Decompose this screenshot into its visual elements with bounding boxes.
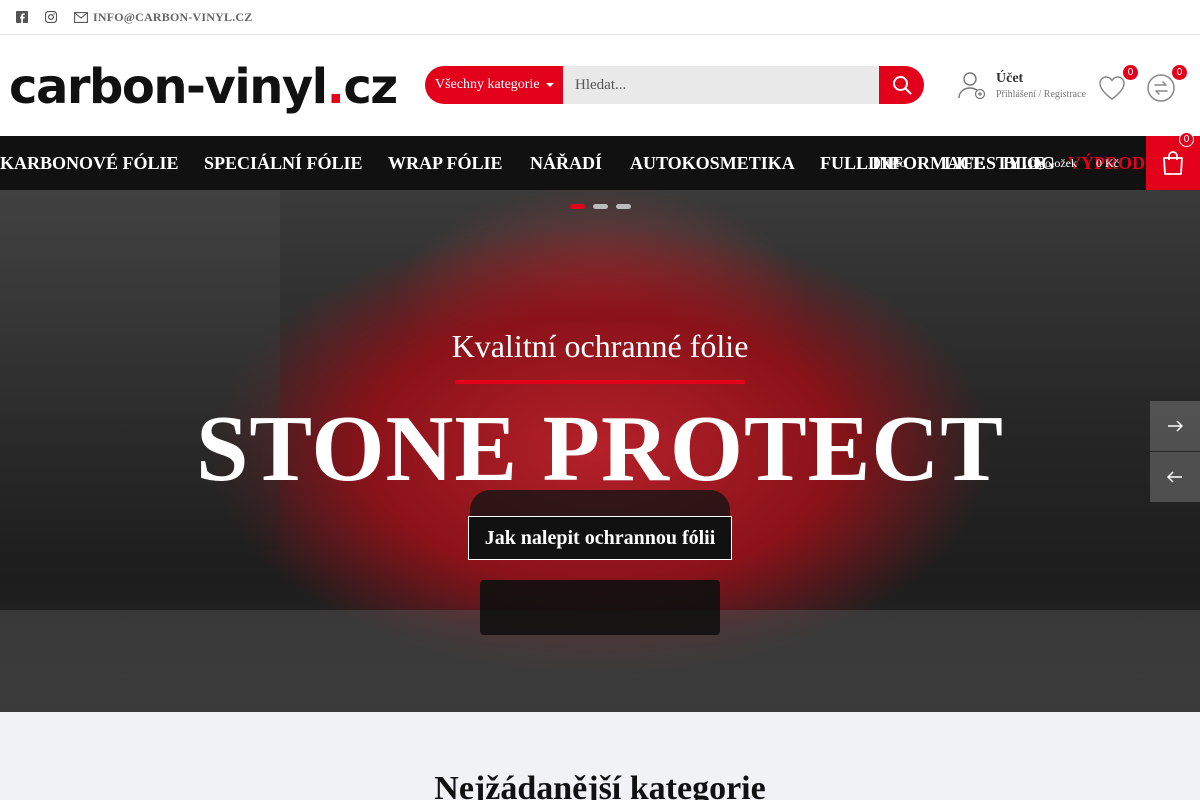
instagram-icon[interactable] (45, 11, 57, 23)
search-bar: Všechny kategorie (425, 66, 924, 104)
cart-button[interactable]: 0 (1146, 132, 1200, 190)
slider-prev-button[interactable] (1150, 452, 1200, 502)
arrow-left-icon (1167, 471, 1182, 483)
nav-item-wrap-folie[interactable]: WRAP FÓLIE (388, 136, 503, 190)
slider-dots (570, 204, 631, 209)
mail-icon (74, 11, 88, 23)
categories-section: Nejžádanější kategorie (0, 712, 1200, 800)
hero-divider (455, 380, 745, 384)
email-text: INFO@CARBON-VINYL.CZ (93, 9, 253, 24)
hero-cta-button[interactable]: Jak nalepit ochrannou fólii (468, 516, 732, 560)
top-bar: INFO@CARBON-VINYL.CZ (0, 0, 1200, 35)
compare-icon (1147, 74, 1175, 102)
caret-down-icon (545, 83, 554, 87)
section-title: Nejžádanější kategorie (434, 770, 766, 800)
shopping-bag-icon (1163, 151, 1183, 175)
hero-car-plate (480, 580, 720, 635)
account-title: Účet (996, 70, 1024, 86)
wishlist-count-badge: 0 (1123, 65, 1138, 80)
cart-items-text: 0 položek (1030, 156, 1077, 170)
nav-item-karbonove-folie[interactable]: KARBONOVÉ FÓLIE (0, 136, 179, 190)
user-icon (958, 72, 986, 100)
cart-count-badge: 0 (1179, 132, 1194, 147)
compare-count-badge: 0 (1172, 65, 1187, 80)
nav-item-autokosmetika[interactable]: AUTOKOSMETIKA (630, 136, 795, 190)
cart-total-text: 0 Kč (1096, 156, 1119, 170)
hero-subtitle: Kvalitní ochranné fólie (451, 328, 749, 364)
slider-next-button[interactable] (1150, 401, 1200, 451)
site-logo[interactable]: carbon-vinyl.cz (9, 57, 398, 117)
search-icon (892, 76, 911, 95)
search-input[interactable] (563, 66, 879, 104)
nav-item-specialni-folie[interactable]: SPECIÁLNÍ FÓLIE (204, 136, 363, 190)
hero-slider: Kvalitní ochranné fólie STONE PROTECT Ja… (0, 190, 1200, 712)
arrow-right-icon (1168, 420, 1183, 432)
category-select-label: Všechny kategorie (435, 77, 540, 92)
facebook-icon[interactable] (16, 11, 28, 23)
slider-dot-3[interactable] (616, 204, 631, 209)
slider-dot-2[interactable] (593, 204, 608, 209)
nav-overlay-info: Info (886, 156, 906, 170)
slider-dot-1[interactable] (570, 204, 585, 209)
account-subtitle: Přihlášení / Registrace (996, 88, 1086, 100)
hero-title: STONE PROTECT (196, 397, 1004, 501)
compare-button[interactable]: 0 (1146, 65, 1187, 103)
email-link[interactable]: INFO@CARBON-VINYL.CZ (74, 10, 253, 25)
header: carbon-vinyl.cz Všechny kategorie Účet P… (0, 35, 1200, 136)
heart-icon (1099, 76, 1125, 100)
category-select[interactable]: Všechny kategorie (425, 66, 563, 104)
main-navigation: KARBONOVÉ FÓLIE SPECIÁLNÍ FÓLIE WRAP FÓL… (0, 132, 1200, 190)
search-button[interactable] (879, 66, 924, 104)
nav-item-naradi[interactable]: NÁŘADÍ (530, 136, 602, 190)
wishlist-button[interactable]: 0 (1097, 65, 1138, 103)
account-link[interactable]: Účet Přihlášení / Registrace (958, 70, 1086, 100)
